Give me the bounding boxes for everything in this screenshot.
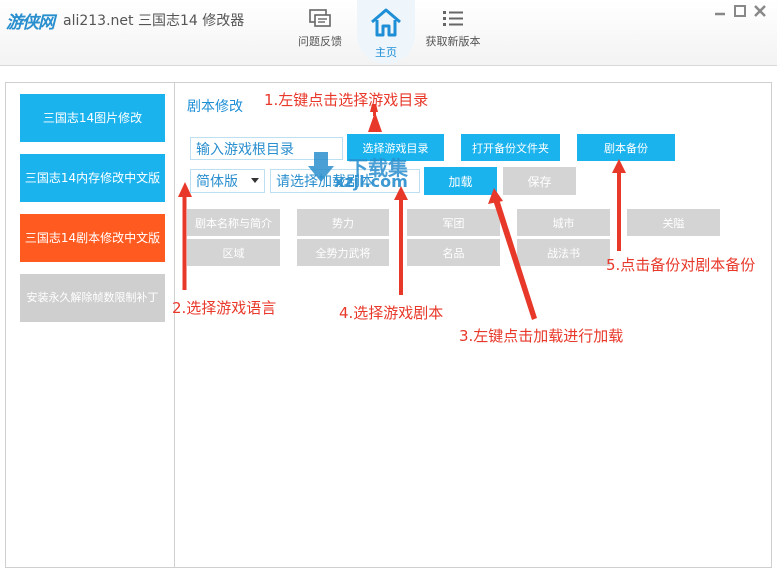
- category-label: 战法书: [547, 246, 580, 260]
- category-label: 区域: [222, 246, 245, 260]
- nav-home-label: 主页: [375, 46, 397, 59]
- feedback-icon: [309, 9, 331, 27]
- category-scenario-info[interactable]: 剧本名称与简介: [187, 209, 280, 236]
- category-label: 势力: [332, 216, 354, 230]
- annotation-step4: 4.选择游戏剧本: [339, 304, 444, 322]
- chevron-down-icon: [251, 178, 259, 183]
- save-button[interactable]: 保存: [503, 167, 576, 195]
- sidebar-item-fps-patch[interactable]: 安装永久解除帧数限制补丁: [20, 274, 165, 322]
- category-label: 名品: [442, 246, 465, 260]
- category-passes[interactable]: 关隘: [627, 209, 720, 236]
- category-factions[interactable]: 势力: [297, 209, 389, 236]
- app-logo: 游侠网: [6, 13, 55, 33]
- sidebar-item-label: 三国志14图片修改: [42, 111, 143, 125]
- category-label: 关隘: [662, 216, 685, 230]
- load-button[interactable]: 加载: [424, 167, 497, 195]
- load-button-label: 加载: [448, 174, 473, 189]
- category-treasures[interactable]: 名品: [407, 239, 500, 266]
- script-select-placeholder: 请选择加载剧本: [276, 174, 374, 190]
- window-title: ali213.net 三国志14 修改器: [63, 13, 245, 29]
- sidebar-item-script-mod[interactable]: 三国志14剧本修改中文版: [20, 214, 165, 262]
- language-select-value: 简体版: [196, 174, 238, 190]
- close-icon[interactable]: [753, 4, 767, 18]
- annotation-step2: 2.选择游戏语言: [172, 299, 277, 317]
- section-title: 剧本修改: [187, 99, 243, 115]
- open-backup-folder-button[interactable]: 打开备份文件夹: [461, 134, 560, 161]
- minimize-icon[interactable]: [713, 4, 727, 18]
- language-select[interactable]: 简体版: [190, 169, 265, 193]
- category-cities[interactable]: 城市: [517, 209, 610, 236]
- open-backup-folder-label: 打开备份文件夹: [472, 141, 549, 155]
- annotation-step3: 3.左键点击加载进行加载: [459, 327, 624, 345]
- nav-feedback[interactable]: 问题反馈: [285, 8, 355, 49]
- nav-feedback-label: 问题反馈: [298, 35, 342, 48]
- nav-update-label: 获取新版本: [425, 35, 481, 48]
- category-regions[interactable]: 区域: [187, 239, 280, 266]
- sidebar-divider: [174, 82, 175, 568]
- script-backup-label: 剧本备份: [604, 141, 648, 155]
- title-bar: 游侠网 ali213.net 三国志14 修改器 问题反馈 主页 获取新版本: [0, 0, 777, 66]
- game-dir-placeholder: 输入游戏根目录: [196, 141, 294, 158]
- sidebar-item-label: 安装永久解除帧数限制补丁: [26, 291, 159, 304]
- maximize-icon[interactable]: [733, 4, 747, 18]
- category-label: 剧本名称与简介: [195, 216, 272, 230]
- select-game-dir-button[interactable]: 选择游戏目录: [347, 134, 444, 161]
- sidebar-item-label: 三国志14剧本修改中文版: [24, 231, 161, 245]
- script-select[interactable]: 请选择加载剧本: [270, 169, 420, 193]
- save-button-label: 保存: [527, 174, 552, 189]
- category-all-officers[interactable]: 全势力武将: [297, 239, 389, 266]
- sidebar-item-label: 三国志14内存修改中文版: [24, 171, 161, 185]
- category-legions[interactable]: 军团: [407, 209, 500, 236]
- category-label: 城市: [552, 216, 575, 230]
- window-controls: [713, 4, 767, 18]
- category-tactics-books[interactable]: 战法书: [517, 239, 610, 266]
- annotation-step1: 1.左键点击选择游戏目录: [264, 91, 429, 109]
- game-dir-input[interactable]: 输入游戏根目录: [190, 137, 343, 160]
- script-backup-button[interactable]: 剧本备份: [577, 134, 675, 161]
- annotation-step5: 5.点击备份对剧本备份: [606, 256, 756, 274]
- nav-update[interactable]: 获取新版本: [418, 8, 488, 49]
- sidebar-item-memory-mod[interactable]: 三国志14内存修改中文版: [20, 154, 165, 202]
- category-label: 全势力武将: [315, 246, 371, 260]
- category-label: 军团: [442, 216, 465, 230]
- nav-home[interactable]: 主页: [357, 0, 415, 64]
- sidebar-item-image-mod[interactable]: 三国志14图片修改: [20, 94, 165, 142]
- list-icon: [443, 11, 463, 26]
- home-icon: [371, 8, 401, 37]
- select-game-dir-label: 选择游戏目录: [362, 141, 429, 155]
